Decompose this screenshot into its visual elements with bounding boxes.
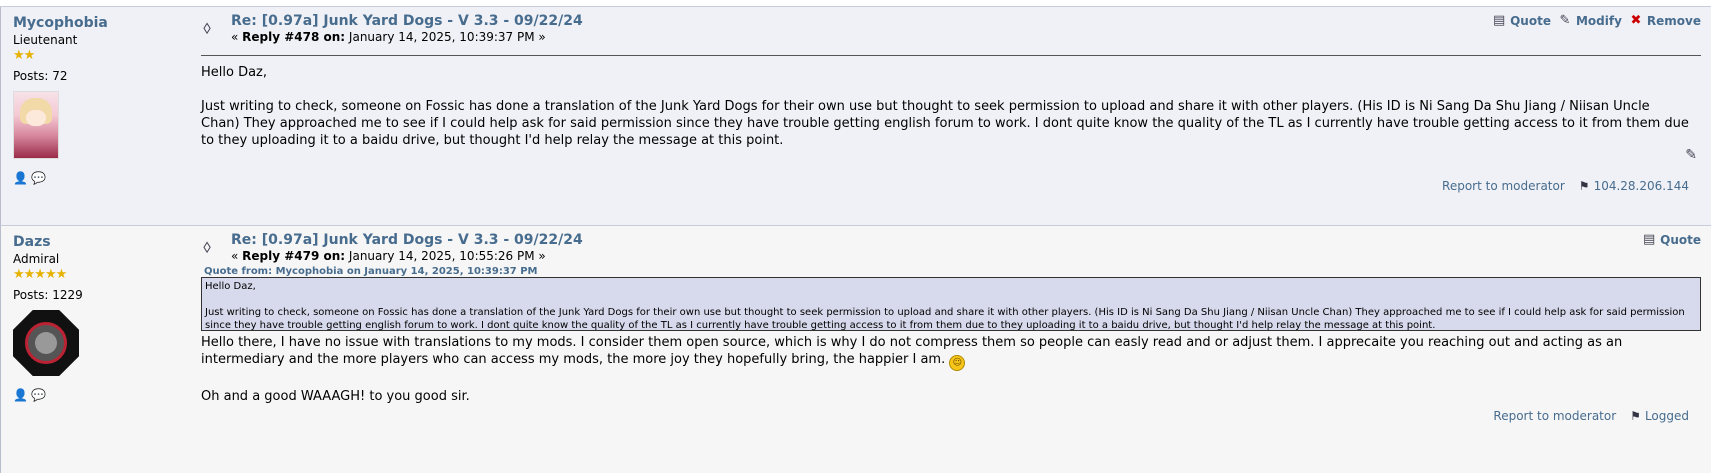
profile-icon[interactable]: 👤 — [13, 171, 28, 185]
header-divider — [201, 55, 1701, 56]
poster-post-count: Posts: 72 — [13, 69, 68, 83]
post-content-area: ⬨ Re: [0.97a] Junk Yard Dogs - V 3.3 - 0… — [201, 7, 1701, 225]
poster-info: Dazs Admiral ★★★★★ Posts: 1229 👤 💬 — [13, 234, 203, 402]
post-paragraph: Oh and a good WAAAGH! to you good sir. — [201, 389, 470, 404]
rank-stars-icon: ★★★★★ — [13, 267, 67, 282]
post-paragraph: Just writing to check, someone on Fossic… — [201, 99, 1689, 148]
top-divider — [0, 0, 1711, 7]
quote-icon: ▤ — [1642, 232, 1656, 247]
quote-paragraph: Hello Daz, — [205, 281, 256, 292]
profile-icon[interactable]: 👤 — [13, 388, 28, 402]
post-actions: ▤ Quote — [1641, 232, 1701, 248]
post-subject[interactable]: Re: [0.97a] Junk Yard Dogs - V 3.3 - 09/… — [231, 13, 583, 29]
poster-name[interactable]: Mycophobia — [13, 15, 203, 31]
poster-info: Mycophobia Lieutenant ★★ Posts: 72 👤 💬 — [13, 15, 203, 185]
ip-address[interactable]: 104.28.206.144 — [1594, 179, 1689, 193]
poster-contact-icons: 👤 💬 — [13, 388, 203, 402]
quote-header[interactable]: Quote from: Mycophobia on January 14, 20… — [204, 266, 538, 277]
forum-post-478: Mycophobia Lieutenant ★★ Posts: 72 👤 💬 ⬨… — [0, 7, 1711, 226]
reply-prefix: « — [231, 30, 243, 44]
quote-label: Quote — [1660, 233, 1701, 247]
reply-date: January 14, 2025, 10:55:26 PM » — [345, 249, 546, 263]
remove-label: Remove — [1646, 14, 1701, 28]
post-body: Hello Daz, Just writing to check, someon… — [201, 64, 1689, 166]
avatar — [13, 91, 59, 159]
reply-number: Reply #479 on: — [242, 249, 346, 263]
ip-icon: ⚑ — [1578, 179, 1590, 193]
poster-post-count: Posts: 1229 — [13, 288, 83, 302]
ip-log: ⚑ Logged — [1630, 409, 1689, 423]
ip-icon: ⚑ — [1630, 409, 1641, 423]
poster-contact-icons: 👤 💬 — [13, 171, 203, 185]
personal-message-icon[interactable]: 💬 — [31, 388, 46, 402]
post-footer: Report to moderator ⚑ Logged — [1493, 409, 1689, 423]
report-to-moderator-link[interactable]: Report to moderator — [1493, 409, 1616, 423]
quote-paragraph: Just writing to check, someone on Fossic… — [205, 307, 1685, 331]
poster-rank: Admiral — [13, 252, 60, 266]
quick-modify-icon[interactable]: ✎ — [1685, 147, 1697, 163]
quote-block: Hello Daz, Just writing to check, someon… — [201, 277, 1701, 331]
modify-icon: ✎ — [1559, 13, 1571, 28]
remove-icon: ✖ — [1630, 13, 1642, 28]
post-footer: Report to moderator ⚑ 104.28.206.144 — [1442, 179, 1689, 193]
reply-date: January 14, 2025, 10:39:37 PM » — [345, 30, 546, 44]
rank-stars-icon: ★★ — [13, 48, 35, 63]
smiley-icon: ☺ — [949, 355, 966, 371]
reply-number: Reply #478 on: — [242, 30, 346, 44]
poster-name[interactable]: Dazs — [13, 234, 203, 250]
post-topic-icon: ⬨ — [203, 17, 212, 38]
post-paragraph: Hello Daz, — [201, 65, 268, 80]
avatar — [13, 310, 79, 376]
post-subject[interactable]: Re: [0.97a] Junk Yard Dogs - V 3.3 - 09/… — [231, 232, 583, 248]
reply-prefix: « — [231, 249, 243, 263]
quote-label: Quote — [1510, 14, 1551, 28]
logged-label: Logged — [1644, 409, 1689, 423]
post-content-area: ⬨ Re: [0.97a] Junk Yard Dogs - V 3.3 - 0… — [201, 226, 1701, 473]
post-paragraph-text: Hello there, I have no issue with transl… — [201, 335, 1623, 367]
quote-button[interactable]: ▤ Quote — [1491, 13, 1551, 29]
post-reply-info: « Reply #478 on: January 14, 2025, 10:39… — [231, 30, 546, 44]
quote-icon: ▤ — [1492, 13, 1506, 28]
post-reply-info: « Reply #479 on: January 14, 2025, 10:55… — [231, 249, 546, 263]
quote-button[interactable]: ▤ Quote — [1641, 232, 1701, 248]
personal-message-icon[interactable]: 💬 — [31, 171, 46, 185]
report-to-moderator-link[interactable]: Report to moderator — [1442, 179, 1565, 193]
post-actions: ▤ Quote ✎ Modify ✖ Remove — [1491, 13, 1701, 29]
remove-button[interactable]: ✖ Remove — [1628, 13, 1701, 29]
post-body: Hello there, I have no issue with transl… — [201, 334, 1689, 422]
poster-rank: Lieutenant — [13, 33, 78, 47]
forum-post-479: Dazs Admiral ★★★★★ Posts: 1229 👤 💬 ⬨ Re:… — [0, 226, 1711, 473]
post-topic-icon: ⬨ — [203, 236, 212, 257]
post-paragraph: Hello there, I have no issue with transl… — [201, 334, 1689, 371]
modify-label: Modify — [1575, 14, 1622, 28]
ip-log: ⚑ 104.28.206.144 — [1579, 179, 1689, 193]
modify-button[interactable]: ✎ Modify — [1557, 13, 1622, 29]
